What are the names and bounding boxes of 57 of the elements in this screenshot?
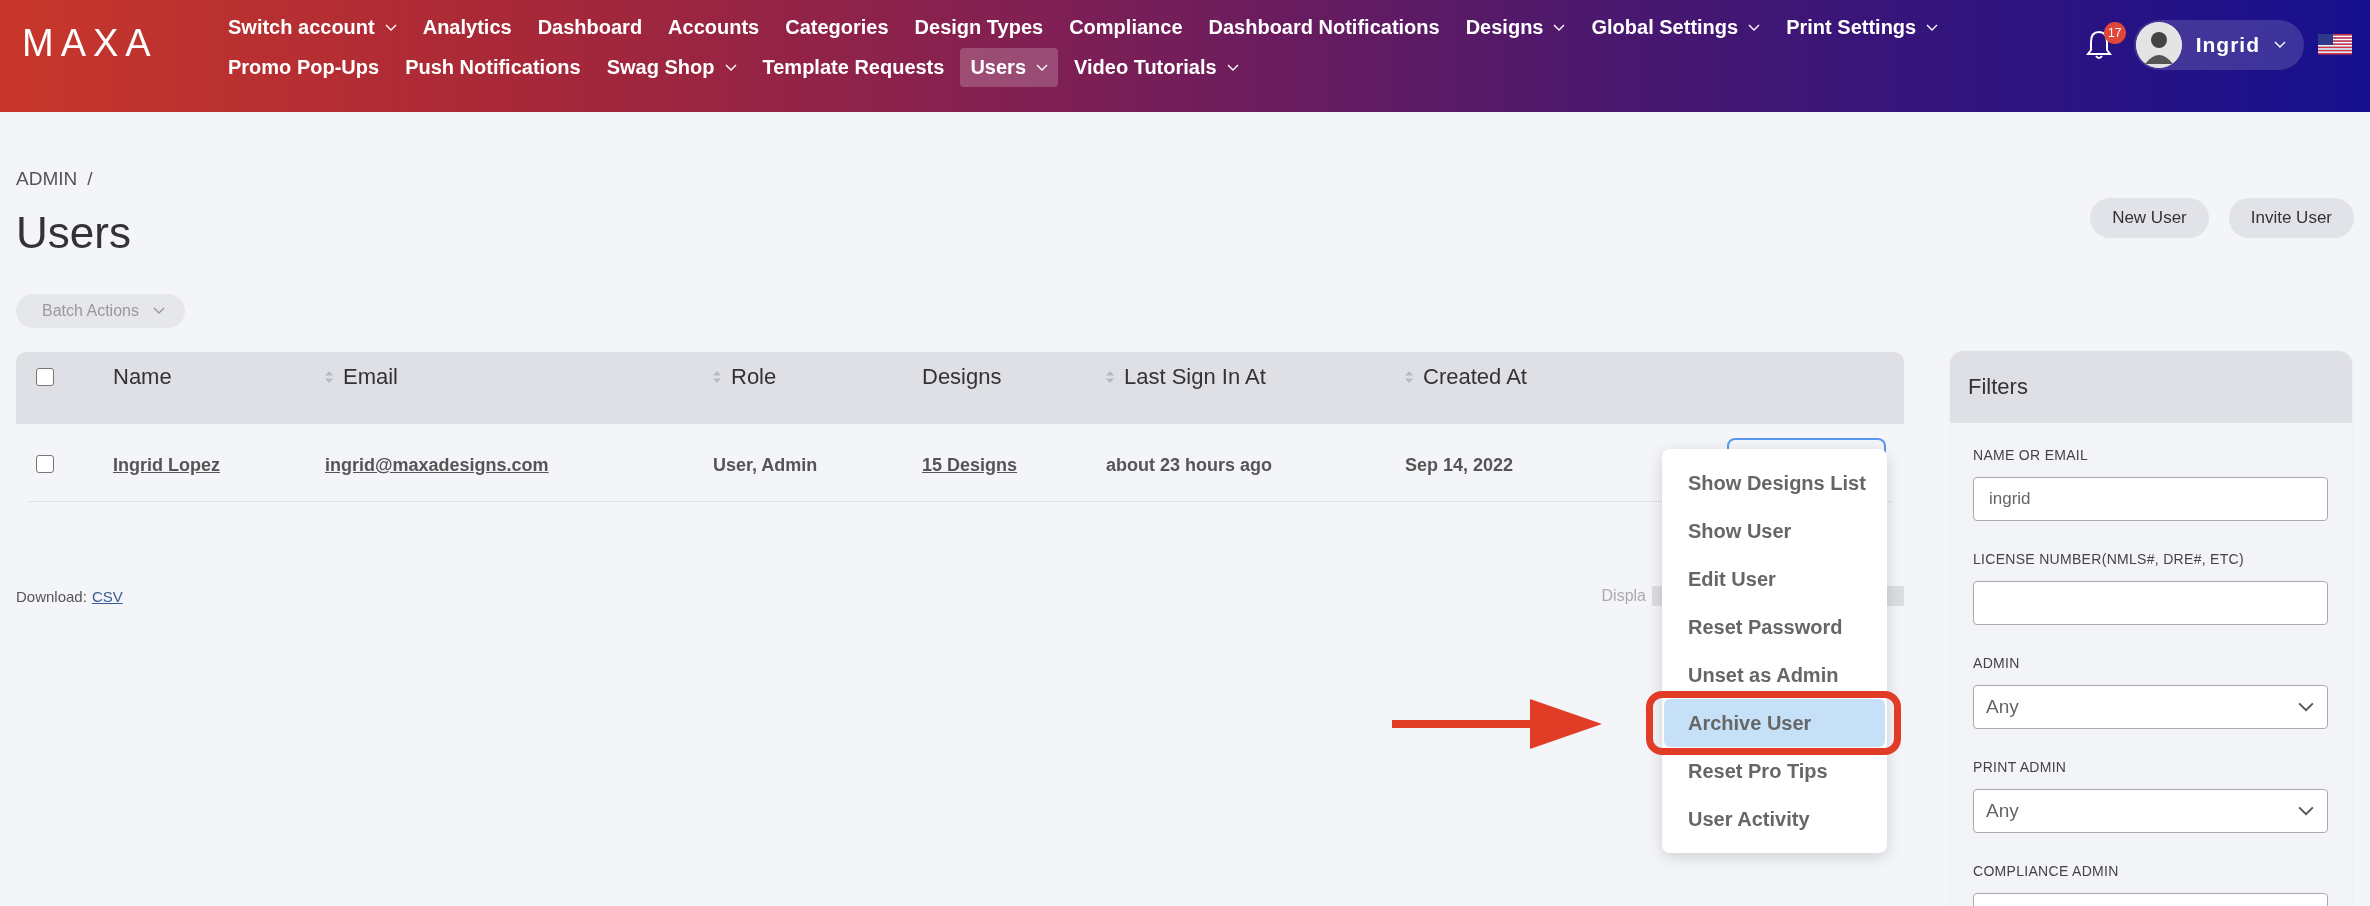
nav-link[interactable]: Analytics bbox=[412, 8, 522, 47]
table-cell: Sep 14, 2022 bbox=[1405, 455, 1514, 475]
field-label: COMPLIANCE ADMIN bbox=[1973, 863, 2120, 879]
nav-link[interactable]: Switch account bbox=[218, 8, 407, 47]
download-label: Download: bbox=[16, 587, 87, 605]
nav-link[interactable]: Categories bbox=[775, 8, 899, 47]
column-header[interactable]: Last Sign In At bbox=[1124, 363, 1266, 390]
menu-item[interactable]: Reset Pro Tips bbox=[1664, 747, 1885, 795]
field-label: NAME OR EMAIL bbox=[1973, 447, 2090, 463]
nav-link[interactable]: Compliance bbox=[1059, 8, 1193, 47]
table-link[interactable]: ingrid@maxadesigns.com bbox=[325, 455, 549, 475]
display-text: Displa bbox=[1601, 587, 1646, 605]
menu-item[interactable]: User Activity bbox=[1664, 795, 1885, 843]
nav-link[interactable]: Accounts bbox=[658, 8, 770, 47]
table-link[interactable]: 15 Designs bbox=[922, 455, 1018, 475]
page-button[interactable]: New User bbox=[2090, 198, 2209, 238]
field-label: LICENSE NUMBER(NMLS#, DRE#, ETC) bbox=[1973, 551, 2245, 567]
menu-item[interactable]: Archive User bbox=[1664, 699, 1885, 747]
nav-link[interactable]: Designs bbox=[1455, 8, 1576, 47]
notification-count: 17 bbox=[2103, 22, 2126, 44]
input-field[interactable]: ingrid bbox=[1973, 477, 2328, 521]
nav-link[interactable]: Design Types bbox=[904, 8, 1054, 47]
breadcrumb-separator: / bbox=[87, 168, 93, 190]
field-label: PRINT ADMIN bbox=[1973, 759, 2068, 775]
nav-link[interactable]: Push Notifications bbox=[395, 48, 591, 87]
nav-link[interactable]: Print Settings bbox=[1776, 8, 1949, 47]
nav-link[interactable]: Video Tutorials bbox=[1064, 48, 1249, 87]
menu-item[interactable]: Show User bbox=[1664, 507, 1885, 555]
table-cell: about 23 hours ago bbox=[1106, 455, 1273, 475]
nav-link[interactable]: Global Settings bbox=[1581, 8, 1771, 47]
select-field[interactable]: Any bbox=[1973, 789, 2328, 833]
csv-link[interactable]: CSV bbox=[91, 587, 123, 605]
page-button[interactable]: Invite User bbox=[2228, 198, 2354, 238]
nav-link[interactable]: Dashboard bbox=[527, 8, 653, 47]
nav-link[interactable]: Swag Shop bbox=[596, 48, 747, 87]
nav-link[interactable]: Users bbox=[960, 48, 1058, 87]
field-label: ADMIN bbox=[1973, 655, 2021, 671]
nav-link[interactable]: Promo Pop-Ups bbox=[218, 48, 390, 87]
user-menu[interactable]: Ingrid bbox=[2133, 20, 2304, 70]
select-field[interactable]: Any bbox=[1973, 685, 2328, 729]
table-cell: User, Admin bbox=[713, 455, 818, 475]
column-header: Designs bbox=[922, 363, 1002, 390]
column-header[interactable]: Email bbox=[343, 363, 398, 390]
column-header[interactable]: Created At bbox=[1423, 363, 1527, 390]
menu-item[interactable]: Unset as Admin bbox=[1664, 651, 1885, 699]
column-header[interactable]: Role bbox=[731, 363, 777, 390]
menu-item[interactable]: Edit User bbox=[1664, 555, 1885, 603]
filters-title: Filters bbox=[1968, 374, 2028, 400]
column-header: Name bbox=[113, 363, 172, 390]
logo[interactable]: MAXA bbox=[22, 22, 218, 65]
menu-item[interactable]: Reset Password bbox=[1664, 603, 1885, 651]
breadcrumb-link[interactable]: ADMIN bbox=[16, 168, 78, 190]
nav-link[interactable]: Template Requests bbox=[752, 48, 955, 87]
page-title: Users bbox=[16, 208, 131, 258]
table-link[interactable]: Ingrid Lopez bbox=[113, 455, 220, 475]
menu-item[interactable]: Show Designs List bbox=[1664, 459, 1885, 507]
nav-link[interactable]: Dashboard Notifications bbox=[1198, 8, 1450, 47]
